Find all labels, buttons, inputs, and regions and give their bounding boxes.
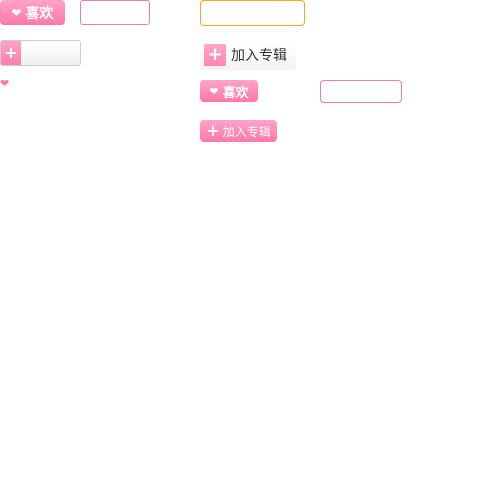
like-button-small[interactable]: ❤ 喜欢 [200, 80, 258, 102]
add-album-pink-button[interactable]: + 加入专辑 [200, 120, 277, 142]
add-album-label: 加入专辑 [231, 48, 287, 64]
text-input-2[interactable] [320, 80, 402, 103]
plus-icon: + [206, 121, 220, 140]
add-album-button[interactable]: + 加入专辑 [200, 40, 296, 70]
heart-icon: ❤ [0, 77, 10, 90]
plus-icon: + [204, 44, 226, 66]
heart-icon: ❤ [11, 5, 22, 20]
add-album-label: 加入专辑 [222, 124, 271, 139]
like-label: 喜欢 [25, 5, 54, 22]
focused-input[interactable] [200, 0, 305, 26]
add-album-small-button[interactable]: + [0, 40, 81, 66]
text-input[interactable] [80, 0, 150, 25]
like-label: 喜欢 [222, 85, 249, 101]
like-button[interactable]: ❤ 喜欢 [0, 0, 65, 25]
plus-icon: + [1, 41, 21, 65]
heart-icon: ❤ [209, 84, 219, 98]
